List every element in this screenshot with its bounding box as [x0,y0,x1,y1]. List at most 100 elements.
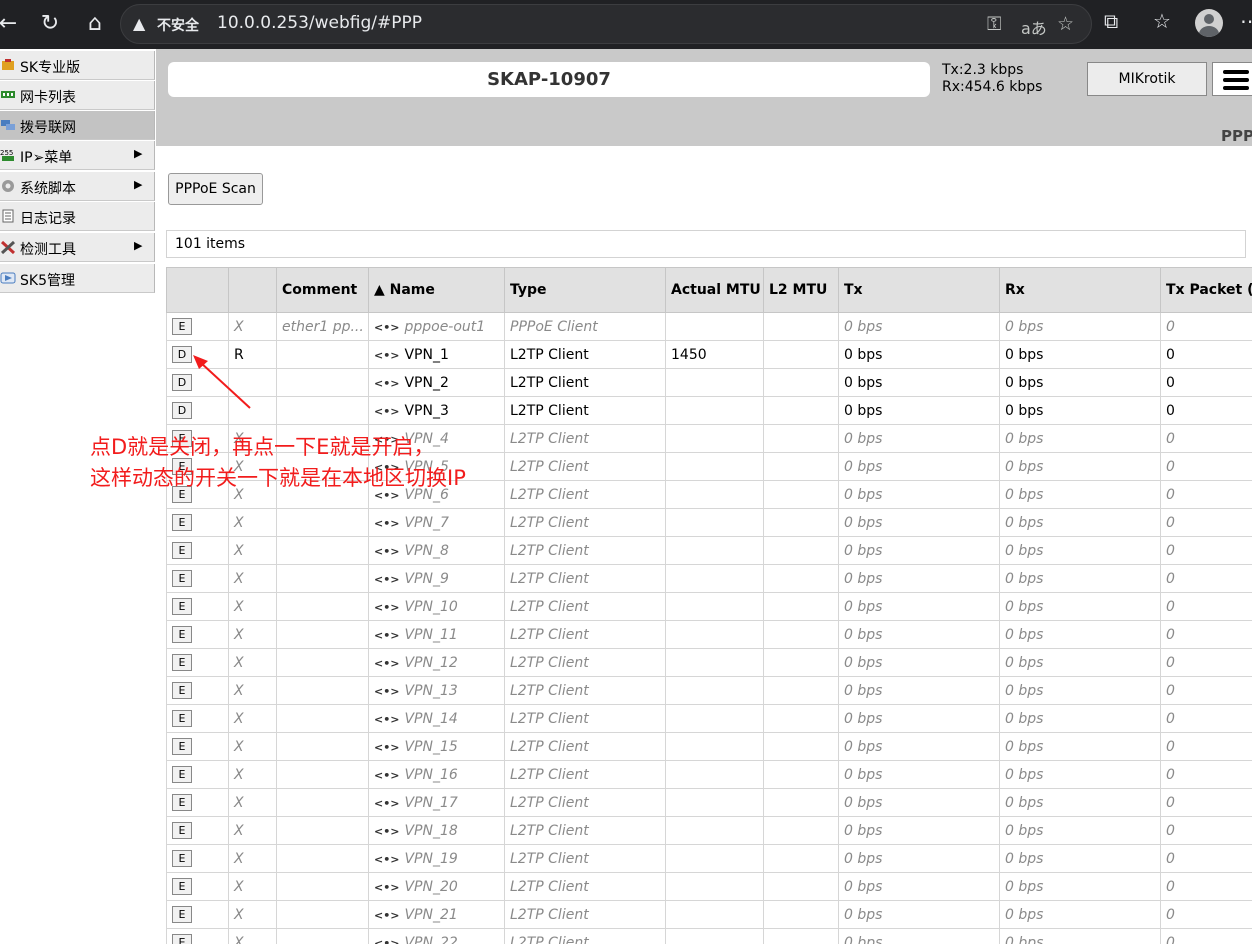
tx-packet-cell[interactable]: 0 [1160,592,1252,621]
rx-cell[interactable]: 0 bps [999,564,1161,593]
tx-packet-cell[interactable]: 0 [1160,312,1252,341]
disable-button[interactable]: D [172,374,192,391]
tx-cell[interactable]: 0 bps [838,900,1000,929]
tx-packet-cell[interactable]: 0 [1160,620,1252,649]
flags-cell[interactable]: X [228,620,277,649]
tx-packet-cell[interactable]: 0 [1160,368,1252,397]
type-cell[interactable]: L2TP Client [504,648,666,677]
name-cell[interactable]: <•> VPN_11 [368,620,505,649]
actual-mtu-cell[interactable] [665,312,764,341]
type-cell[interactable]: L2TP Client [504,732,666,761]
tx-cell[interactable]: 0 bps [838,872,1000,901]
tx-cell[interactable]: 0 bps [838,508,1000,537]
name-cell[interactable]: <•> VPN_7 [368,508,505,537]
table-row[interactable]: E X <•> VPN_11 L2TP Client 0 bps 0 bps 0 [166,620,1252,649]
key-icon[interactable]: ⚿ [987,13,1001,35]
comment-cell[interactable] [276,620,369,649]
column-header-tx-packet[interactable]: Tx Packet ( [1160,267,1252,313]
flags-cell[interactable]: X [228,564,277,593]
l2-mtu-cell[interactable] [763,508,839,537]
comment-cell[interactable] [276,564,369,593]
name-cell[interactable]: <•> VPN_12 [368,648,505,677]
actual-mtu-cell[interactable] [665,424,764,453]
security-label[interactable]: 不安全 [157,15,199,35]
name-cell[interactable]: <•> VPN_17 [368,788,505,817]
rx-cell[interactable]: 0 bps [999,340,1161,369]
actual-mtu-cell[interactable] [665,900,764,929]
comment-cell[interactable] [276,508,369,537]
rx-cell[interactable]: 0 bps [999,620,1161,649]
tx-packet-cell[interactable]: 0 [1160,900,1252,929]
flags-cell[interactable]: X [228,844,277,873]
enable-button[interactable]: E [172,822,192,839]
tx-packet-cell[interactable]: 0 [1160,480,1252,509]
type-cell[interactable]: L2TP Client [504,844,666,873]
comment-cell[interactable] [276,872,369,901]
actual-mtu-cell[interactable] [665,788,764,817]
tx-cell[interactable]: 0 bps [838,340,1000,369]
table-row[interactable]: D <•> VPN_2 L2TP Client 0 bps 0 bps 0 [166,368,1252,397]
type-cell[interactable]: PPPoE Client [504,312,666,341]
table-row[interactable]: E X <•> VPN_21 L2TP Client 0 bps 0 bps 0 [166,900,1252,929]
rx-cell[interactable]: 0 bps [999,396,1161,425]
comment-cell[interactable] [276,592,369,621]
enable-button[interactable]: E [172,318,192,335]
table-row[interactable]: E X <•> VPN_20 L2TP Client 0 bps 0 bps 0 [166,872,1252,901]
l2-mtu-cell[interactable] [763,536,839,565]
tx-packet-cell[interactable]: 0 [1160,844,1252,873]
l2-mtu-cell[interactable] [763,648,839,677]
type-cell[interactable]: L2TP Client [504,564,666,593]
flags-cell[interactable]: X [228,536,277,565]
enable-button[interactable]: E [172,542,192,559]
enable-button[interactable]: E [172,934,192,944]
table-row[interactable]: D <•> VPN_3 L2TP Client 0 bps 0 bps 0 [166,396,1252,425]
tx-packet-cell[interactable]: 0 [1160,928,1252,944]
tx-packet-cell[interactable]: 0 [1160,788,1252,817]
rx-cell[interactable]: 0 bps [999,816,1161,845]
name-cell[interactable]: <•> VPN_18 [368,816,505,845]
sidebar-item-sk-pro[interactable]: SK专业版 [0,51,155,80]
flags-cell[interactable]: X [228,928,277,944]
tx-packet-cell[interactable]: 0 [1160,872,1252,901]
rx-cell[interactable]: 0 bps [999,788,1161,817]
l2-mtu-cell[interactable] [763,732,839,761]
name-cell[interactable]: <•> VPN_15 [368,732,505,761]
actual-mtu-cell[interactable] [665,536,764,565]
reload-icon[interactable]: ↻ [34,8,66,40]
name-cell[interactable]: <•> VPN_16 [368,760,505,789]
table-row[interactable]: E X <•> VPN_15 L2TP Client 0 bps 0 bps 0 [166,732,1252,761]
flags-cell[interactable]: X [228,816,277,845]
flags-cell[interactable] [228,396,277,425]
tx-cell[interactable]: 0 bps [838,424,1000,453]
rx-cell[interactable]: 0 bps [999,928,1161,944]
rx-cell[interactable]: 0 bps [999,648,1161,677]
l2-mtu-cell[interactable] [763,396,839,425]
comment-cell[interactable] [276,844,369,873]
sidebar-item-system[interactable]: 系统脚本 ▶ [0,172,155,201]
comment-cell[interactable] [276,396,369,425]
l2-mtu-cell[interactable] [763,900,839,929]
tx-cell[interactable]: 0 bps [838,928,1000,944]
l2-mtu-cell[interactable] [763,704,839,733]
url-text[interactable]: 10.0.0.253/webfig/#PPP [217,13,422,33]
comment-cell[interactable] [276,704,369,733]
tx-cell[interactable]: 0 bps [838,648,1000,677]
enable-button[interactable]: E [172,878,192,895]
flags-cell[interactable]: X [228,592,277,621]
comment-cell[interactable] [276,788,369,817]
l2-mtu-cell[interactable] [763,788,839,817]
actual-mtu-cell[interactable] [665,592,764,621]
name-cell[interactable]: <•> VPN_13 [368,676,505,705]
column-header-l2-mtu[interactable]: L2 MTU [763,267,839,313]
tx-cell[interactable]: 0 bps [838,704,1000,733]
enable-button[interactable]: E [172,850,192,867]
enable-button[interactable]: E [172,906,192,923]
tx-packet-cell[interactable]: 0 [1160,732,1252,761]
flags-cell[interactable]: X [228,872,277,901]
table-row[interactable]: E Xether1 pp... <•> pppoe-out1 PPPoE Client 0… [166,312,1252,341]
rx-cell[interactable]: 0 bps [999,508,1161,537]
tx-cell[interactable]: 0 bps [838,564,1000,593]
enable-button[interactable]: E [172,682,192,699]
rx-cell[interactable]: 0 bps [999,312,1161,341]
home-icon[interactable]: ⌂ [79,8,111,40]
